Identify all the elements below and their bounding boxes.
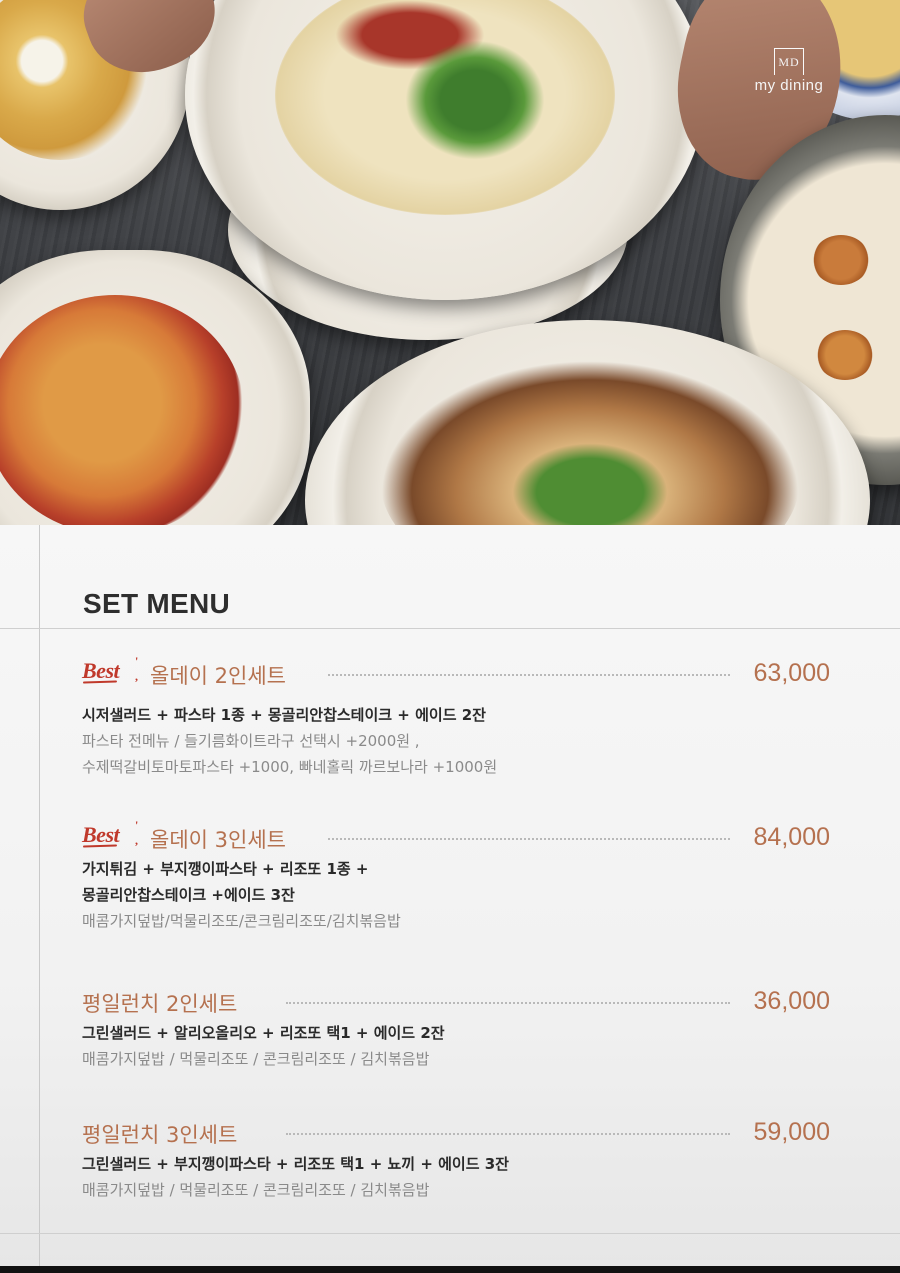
item-name: 올데이 3인세트 (150, 828, 286, 852)
menu-item: 평일런치 3인세트 59,000 그린샐러드 + 부지깽이파스타 + 리조또 택… (82, 1115, 830, 1203)
best-badge: Best ' , (82, 818, 138, 847)
logo-text: my dining (754, 77, 824, 94)
item-price: 63,000 (753, 659, 830, 687)
bottom-divider (0, 1233, 900, 1234)
dot-leader (286, 1002, 730, 1004)
menu-item: Best ' , 올데이 2인세트 63,000 시저샐러드 + 파스타 1종 +… (82, 654, 830, 780)
dot-leader (328, 838, 730, 840)
item-main: 그린샐러드 + 부지깽이파스타 + 리조또 택1 + 뇨끼 + 에이드 3잔 (82, 1155, 509, 1173)
item-main: 가지튀김 + 부지깽이파스타 + 리조또 1종 + (82, 860, 369, 878)
item-name: 평일런치 2인세트 (82, 992, 238, 1016)
menu-item: 평일런치 2인세트 36,000 그린샐러드 + 알리오올리오 + 리조또 택1… (82, 984, 830, 1072)
item-option: 매콤가지덮밥 / 먹물리조또 / 콘크림리조또 / 김치볶음밥 (82, 1050, 430, 1068)
item-name: 올데이 2인세트 (150, 664, 286, 688)
item-price: 59,000 (753, 1118, 830, 1146)
item-option: 매콤가지덮밥 / 먹물리조또 / 콘크림리조또 / 김치볶음밥 (82, 1181, 430, 1199)
title-divider (0, 628, 900, 629)
item-option: 파스타 전메뉴 / 들기름화이트라구 선택시 +2000원 , (82, 732, 420, 750)
item-main: 시저샐러드 + 파스타 1종 + 몽골리안찹스테이크 + 에이드 2잔 (82, 706, 486, 724)
section-title: SET MENU (83, 588, 231, 619)
margin-line (39, 525, 40, 1273)
dot-leader (286, 1133, 730, 1135)
item-price: 36,000 (753, 987, 830, 1015)
item-name: 평일런치 3인세트 (82, 1123, 238, 1147)
item-main: 그린샐러드 + 알리오올리오 + 리조또 택1 + 에이드 2잔 (82, 1024, 445, 1042)
item-main: 몽골리안찹스테이크 +에이드 3잔 (82, 886, 295, 904)
item-option: 매콤가지덮밥/먹물리조또/콘크림리조또/김치볶음밥 (82, 912, 401, 930)
menu-item: Best ' , 올데이 3인세트 84,000 가지튀김 + 부지깽이파스타 +… (82, 818, 830, 934)
item-price: 84,000 (753, 823, 830, 851)
best-badge: Best ' , (82, 654, 138, 683)
dot-leader (328, 674, 730, 676)
item-option: 수제떡갈비토마토파스타 +1000, 빠네홀릭 까르보나라 +1000원 (82, 758, 498, 776)
food-photo: MD my dining (0, 0, 900, 525)
bottom-bar (0, 1266, 900, 1273)
logo-mark: MD (774, 48, 804, 75)
brand-logo: MD my dining (744, 48, 834, 94)
